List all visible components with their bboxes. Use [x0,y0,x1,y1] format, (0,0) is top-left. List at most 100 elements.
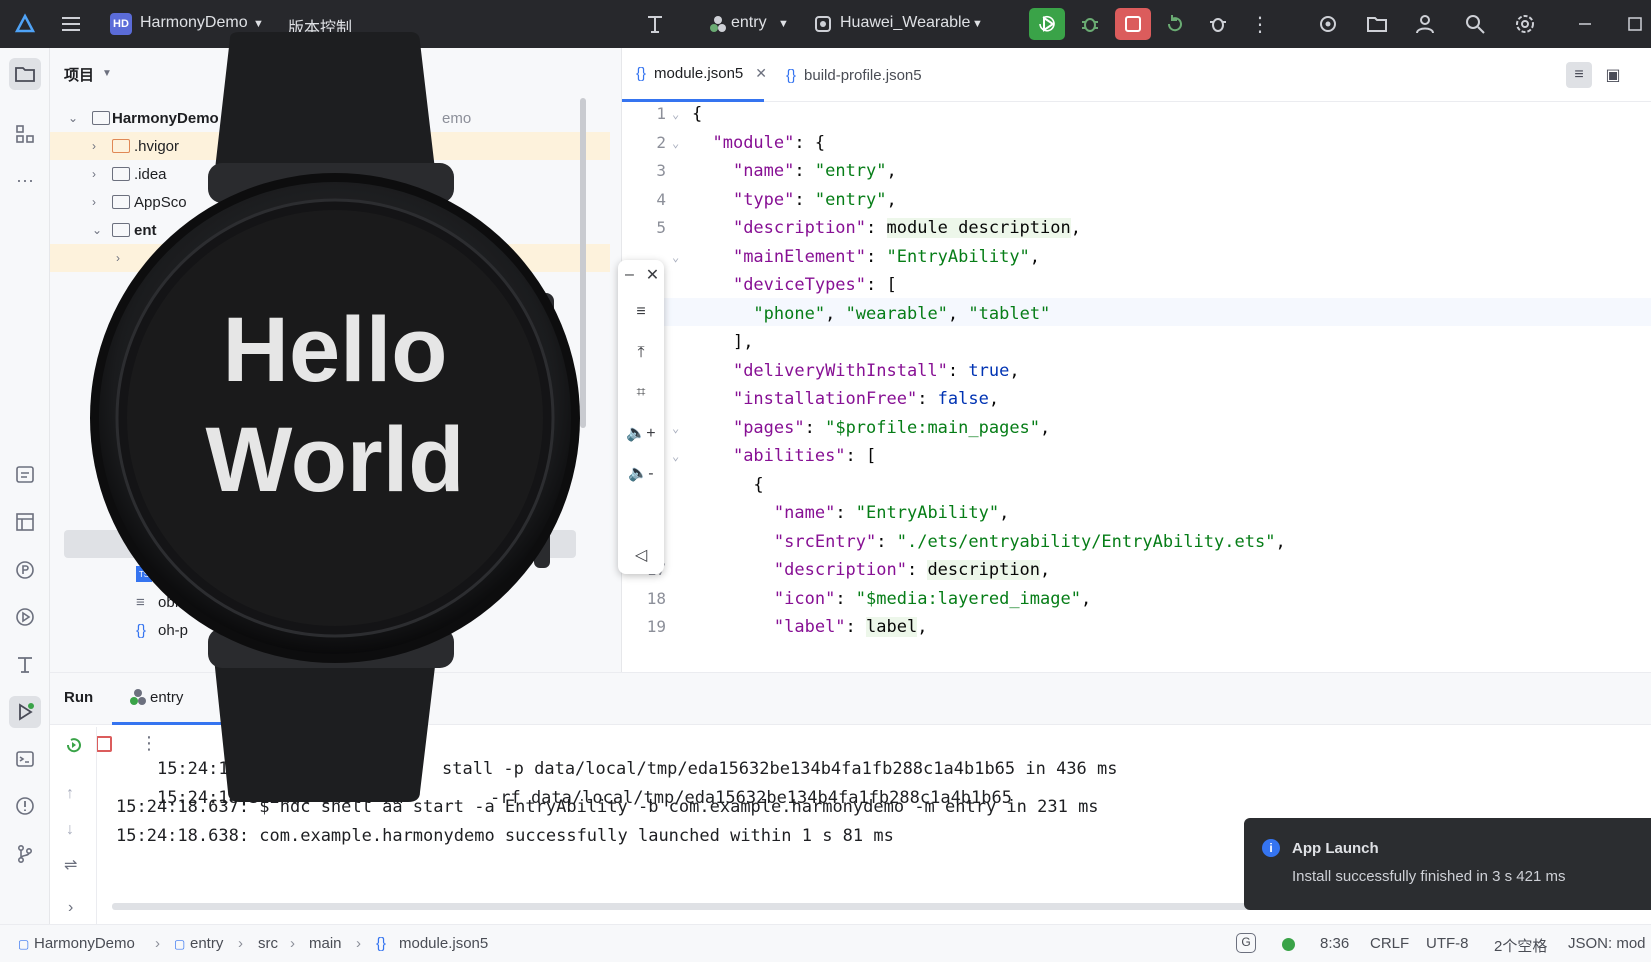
code-line[interactable]: 3 "name": "entry", [622,157,1651,185]
fold-chevron-icon[interactable]: ⌄ [672,442,679,470]
settings-gear-icon[interactable] [1510,9,1540,39]
attach-debugger-icon[interactable] [1203,9,1233,39]
volume-up-icon[interactable]: 🔈+ [618,418,664,448]
more-horizontal-icon[interactable]: ··· [9,164,41,196]
scroll-down-icon[interactable]: ↓ [66,821,74,839]
scroll-up-icon[interactable]: ↑ [66,785,74,803]
line-number: 18 [646,588,666,608]
console-line: 15:24:18.638: com.example.harmonydemo su… [116,826,894,846]
problems-icon[interactable] [9,790,41,822]
module-icon: ▢ [18,937,30,951]
caret-position[interactable]: 8:36 [1320,935,1349,952]
code-text: "description": module description, [732,218,1081,238]
terminal-icon[interactable] [9,743,41,775]
todo-icon[interactable] [9,458,41,490]
back-icon[interactable]: ◁ [618,540,664,570]
code-line[interactable]: 2 ⌄ "module": { [622,129,1651,157]
ai-assistant-icon[interactable]: G [1236,933,1256,953]
code-line[interactable]: { [622,471,1651,499]
rerun-button[interactable] [1029,8,1065,40]
breadcrumb-item[interactable]: main [309,935,342,952]
wearable-emulator[interactable]: Hello World [90,28,590,808]
expand-icon[interactable]: › [68,899,73,917]
search-icon[interactable] [1460,9,1490,39]
code-line[interactable]: "phone", "wearable", "tablet" [622,300,1651,328]
minimize-window-icon[interactable] [1570,9,1600,39]
code-line[interactable]: 5 "description": module description, [622,214,1651,242]
layout-icon[interactable] [9,506,41,538]
line-separator[interactable]: CRLF [1370,935,1409,952]
menu-icon[interactable]: ≡ [618,297,664,327]
code-line[interactable]: 19 "label": label, [622,613,1651,641]
breadcrumb-item[interactable]: module.json5 [399,935,488,952]
breadcrumb-item[interactable]: entry [190,935,223,952]
code-line[interactable]: 18 "icon": "$media:layered_image", [622,585,1651,613]
services-icon[interactable] [9,601,41,633]
code-line[interactable]: "deliveryWithInstall": true, [622,357,1651,385]
code-line[interactable]: 1 ⌄ { [622,100,1651,128]
code-line[interactable]: "installationFree": false, [622,385,1651,413]
run-config-selector[interactable]: entry [731,14,767,32]
chevron-right-icon: › [238,935,243,952]
build-hammer-icon[interactable] [640,9,670,39]
chevron-down-icon[interactable]: ▼ [972,18,983,30]
code-text: ], [732,332,754,352]
fold-chevron-icon[interactable]: ⌄ [672,129,679,157]
close-icon[interactable]: ✕ [755,65,767,82]
breadcrumb-item[interactable]: src [258,935,278,952]
watch-hello-text: Hello [222,299,448,401]
code-line[interactable]: 17 "description": description, [622,556,1651,584]
indent-setting[interactable]: 2个空格 [1494,935,1547,956]
soft-wrap-icon[interactable]: ⇌ [64,855,77,875]
profiler-icon[interactable] [1313,9,1343,39]
build-icon[interactable] [9,648,41,680]
device-manager-icon[interactable] [1362,9,1392,39]
breadcrumb-item[interactable]: HarmonyDemo [34,935,135,952]
file-encoding[interactable]: UTF-8 [1426,935,1469,952]
code-text: "module": { [712,132,826,153]
volume-down-icon[interactable]: 🔈- [618,458,664,488]
tab-run[interactable]: Run [64,689,93,706]
editor-tabs: {} module.json5 ✕ {} build-profile.json5… [622,48,1651,102]
more-vertical-icon[interactable]: ⋮ [1245,9,1275,39]
horizontal-scrollbar[interactable] [112,903,1352,910]
pin-top-icon[interactable]: ⤒ [618,338,664,368]
fold-chevron-icon[interactable]: ⌄ [672,100,679,128]
screenshot-crop-icon[interactable]: ⌗ [618,378,664,408]
code-line[interactable]: ⌄ "mainElement": "EntryAbility", [622,243,1651,271]
close-icon[interactable]: ✕ [641,260,664,290]
device-selector[interactable]: Huawei_Wearable [840,14,970,32]
fold-chevron-icon[interactable]: ⌄ [672,414,679,442]
chevron-down-icon[interactable]: ▼ [778,18,789,30]
preview-icon[interactable]: ▣ [1600,62,1626,88]
tab-build-profile[interactable]: {} build-profile.json5 [776,48,956,102]
code-line[interactable]: ⌄ "abilities": [ [622,442,1651,470]
reader-mode-icon[interactable]: ≡ [1566,62,1592,88]
code-line[interactable]: "name": "EntryAbility", [622,499,1651,527]
code-line[interactable]: "srcEntry": "./ets/entryability/EntryAbi… [622,528,1651,556]
maximize-window-icon[interactable] [1620,9,1650,39]
code-area[interactable]: 1 ⌄{2 ⌄ "module": {3 "name": "entry", 4 "ty… [622,100,1651,672]
json-schema[interactable]: JSON: mod [1568,935,1646,952]
apply-changes-icon[interactable] [1160,9,1190,39]
minimize-icon[interactable]: – [618,260,641,290]
fold-chevron-icon[interactable]: ⌄ [672,243,679,271]
stop-button[interactable] [1115,8,1151,40]
code-line[interactable]: ⌄ "pages": "$profile:main_pages", [622,414,1651,442]
code-line[interactable]: 4 "type": "entry", [622,186,1651,214]
tab-module-json5[interactable]: {} module.json5 ✕ [622,48,767,102]
rerun-icon[interactable] [64,735,84,760]
account-icon[interactable] [1410,9,1440,39]
structure-icon[interactable] [9,118,41,150]
profiler-p-icon[interactable] [9,554,41,586]
git-branch-icon[interactable] [9,838,41,870]
code-line[interactable]: "deviceTypes": [ [622,271,1651,299]
code-line[interactable]: ], [622,328,1651,356]
main-menu-icon[interactable] [56,9,86,39]
project-folder-icon[interactable] [9,58,41,90]
chevron-down-icon[interactable]: ⌄ [68,111,84,125]
code-text: "mainElement": "EntryAbility", [732,246,1041,267]
app-launch-notification[interactable]: i App Launch Install successfully finish… [1244,818,1651,910]
debug-icon[interactable] [1075,9,1105,39]
run-tool-icon[interactable] [9,696,41,728]
